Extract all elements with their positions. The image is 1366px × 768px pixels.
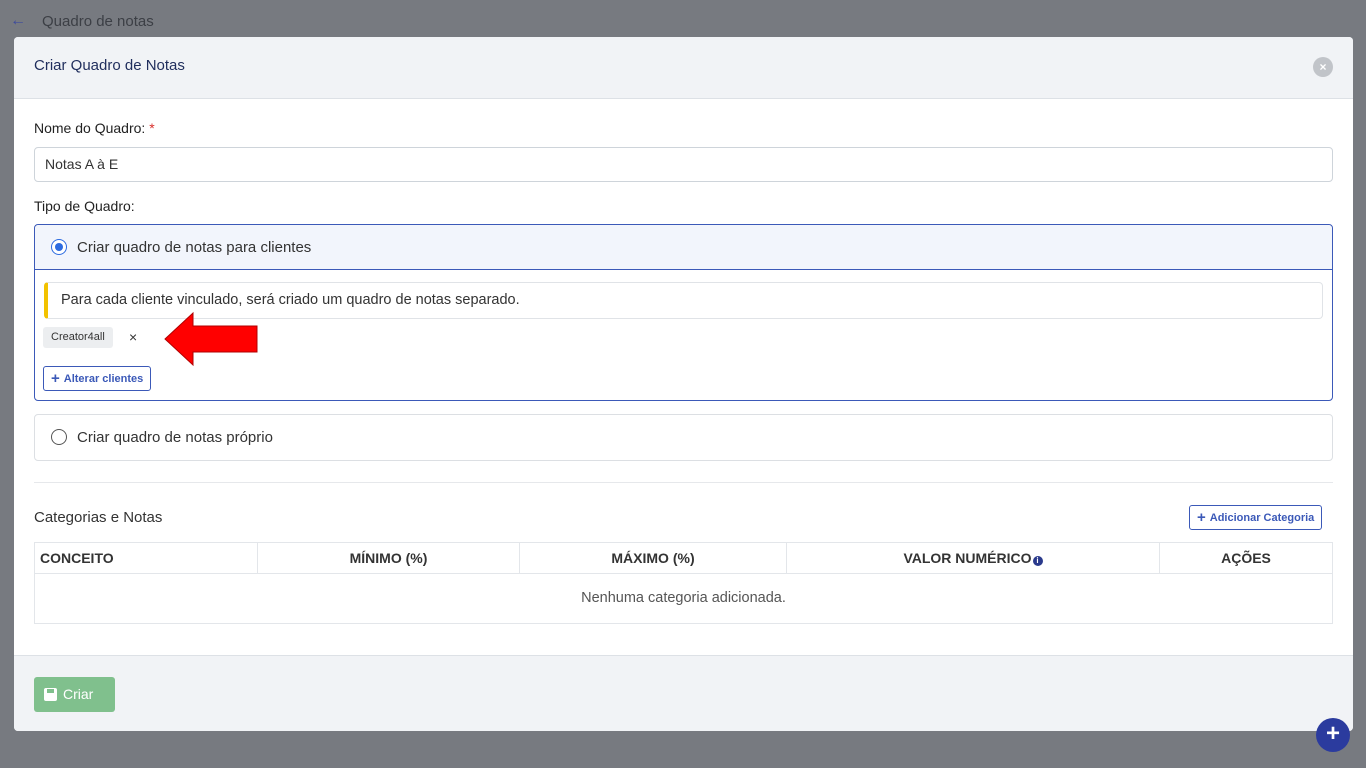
required-mark: * [149,120,155,136]
categories-title: Categorias e Notas [34,509,163,526]
client-tag: Creator4all [43,327,113,348]
radio-clients-board[interactable] [51,239,67,255]
background-header: ← Quadro de notas [0,0,1366,40]
column-numeric-value: VALOR NUMÉRICO i [787,543,1160,573]
add-category-button[interactable]: + Adicionar Categoria [1189,505,1323,530]
column-max: MÁXIMO (%) [520,543,787,573]
info-icon[interactable]: i [1032,556,1043,566]
board-name-label: Nome do Quadro: * [34,120,155,136]
option-own-board[interactable]: Criar quadro de notas próprio [34,414,1333,461]
create-board-modal: Criar Quadro de Notas × Nome do Quadro: … [14,37,1353,731]
floating-add-button[interactable]: + [1316,718,1350,752]
option-clients-label: Criar quadro de notas para clientes [77,239,312,256]
remove-tag-icon[interactable]: × [129,329,137,345]
option-clients-board: Criar quadro de notas para clientes Para… [34,224,1333,401]
radio-own-board[interactable] [51,429,67,445]
plus-icon: + [1197,509,1206,526]
board-type-label: Tipo de Quadro: [34,198,135,214]
change-clients-button[interactable]: + Alterar clientes [43,366,152,391]
page-title: Quadro de notas [42,13,154,30]
column-actions: AÇÕES [1221,550,1271,566]
option-clients-header[interactable]: Criar quadro de notas para clientes [35,225,1332,270]
annotation-arrow-icon [164,311,258,367]
table-header: CONCEITO MÍNIMO (%) MÁXIMO (%) VALOR NUM… [35,543,1332,574]
column-concept: CONCEITO [35,543,258,573]
create-button[interactable]: Criar [34,677,115,712]
back-arrow-icon[interactable]: ← [10,12,26,30]
modal-header: Criar Quadro de Notas × [14,37,1353,99]
column-min: MÍNIMO (%) [258,543,520,573]
modal-title: Criar Quadro de Notas [34,57,185,74]
save-icon [44,688,57,701]
option-own-label: Criar quadro de notas próprio [77,429,273,446]
plus-icon: + [51,370,60,387]
modal-footer: Criar [14,655,1353,731]
section-divider [34,482,1333,483]
board-name-input[interactable]: Notas A à E [34,147,1333,182]
empty-table-message: Nenhuma categoria adicionada. [581,590,786,606]
categories-table: CONCEITO MÍNIMO (%) MÁXIMO (%) VALOR NUM… [34,542,1333,624]
close-icon[interactable]: × [1313,57,1333,77]
